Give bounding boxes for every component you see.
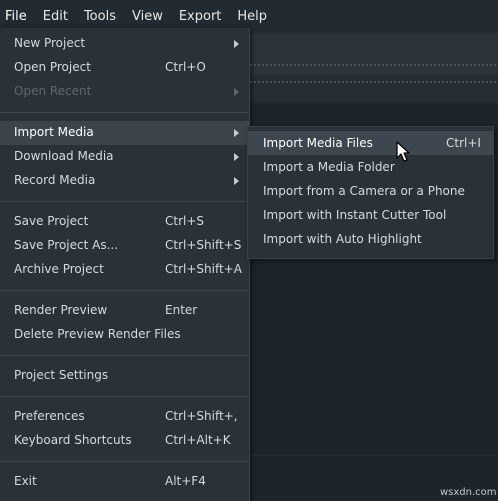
menu-item-label: Save Project As... [14,238,119,252]
menu-item-label: Keyboard Shortcuts [14,433,132,447]
menu-separator [0,112,249,113]
submenu-item-import-camera-phone[interactable]: Import from a Camera or a Phone [248,179,493,203]
menu-item-shortcut: Enter [165,303,198,317]
submenu-item-import-media-files[interactable]: Import Media Files Ctrl+I [248,131,493,155]
menu-item-import-media[interactable]: Import Media [0,121,249,145]
submenu-item-label: Import with Auto Highlight [263,232,422,246]
menu-item-label: Render Preview [14,303,108,317]
menu-separator [0,396,249,397]
menu-item-label: Delete Preview Render Files [14,327,181,341]
submenu-arrow-icon [234,177,239,185]
menu-item-exit[interactable]: Exit Alt+F4 [0,470,249,494]
menu-item-label: Preferences [14,409,85,423]
dotted-divider [250,64,498,66]
menu-separator [0,461,249,462]
submenu-arrow-icon [234,88,239,96]
submenu-item-import-media-folder[interactable]: Import a Media Folder [248,155,493,179]
submenu-item-import-instant-cutter[interactable]: Import with Instant Cutter Tool [248,203,493,227]
workspace-divider [250,455,498,456]
import-media-submenu: Import Media Files Ctrl+I Import a Media… [247,126,494,259]
menu-item-open-recent: Open Recent [0,80,249,104]
menu-item-save-project-as[interactable]: Save Project As... Ctrl+Shift+S [0,234,249,258]
menu-item-record-media[interactable]: Record Media [0,169,249,193]
menu-item-label: Archive Project [14,262,104,276]
menu-item-label: Open Project [14,60,91,74]
menu-item-save-project[interactable]: Save Project Ctrl+S [0,210,249,234]
menu-separator [0,201,249,202]
submenu-item-label: Import with Instant Cutter Tool [263,208,447,222]
menu-item-shortcut: Ctrl+Alt+K [165,433,231,447]
menu-separator [0,290,249,291]
watermark-text: wsxdn.com [440,487,497,498]
menu-item-new-project[interactable]: New Project [0,32,249,56]
dotted-divider [250,81,498,83]
menu-item-label: New Project [14,36,86,50]
mouse-cursor-icon [396,141,410,162]
menu-item-download-media[interactable]: Download Media [0,145,249,169]
submenu-item-import-auto-highlight[interactable]: Import with Auto Highlight [248,227,493,251]
menu-item-label: Save Project [14,214,89,228]
toolbar-area [250,33,498,75]
submenu-item-shortcut: Ctrl+I [446,136,481,150]
panel-header-area [250,75,498,103]
menu-item-delete-preview-render-files[interactable]: Delete Preview Render Files [0,323,249,347]
menu-item-render-preview[interactable]: Render Preview Enter [0,299,249,323]
menu-item-label: Import Media [14,125,94,139]
menu-item-label: Exit [14,474,37,488]
menu-item-label: Project Settings [14,368,109,382]
menu-item-keyboard-shortcuts[interactable]: Keyboard Shortcuts Ctrl+Alt+K [0,429,249,453]
menu-item-label: Open Recent [14,84,92,98]
submenu-arrow-icon [234,129,239,137]
menu-item-shortcut: Ctrl+S [165,214,205,228]
menu-separator [0,355,249,356]
submenu-arrow-icon [234,40,239,48]
menu-item-shortcut: Ctrl+Shift+, [165,409,238,423]
menu-item-preferences[interactable]: Preferences Ctrl+Shift+, [0,405,249,429]
submenu-item-label: Import a Media Folder [263,160,395,174]
menu-item-shortcut: Ctrl+O [165,60,206,74]
menu-item-label: Record Media [14,173,96,187]
menu-item-shortcut: Alt+F4 [165,474,206,488]
submenu-item-label: Import from a Camera or a Phone [263,184,465,198]
file-menu: New Project Open Project Ctrl+O Open Rec… [0,28,250,501]
menu-item-project-settings[interactable]: Project Settings [0,364,249,388]
menu-item-label: Download Media [14,149,114,163]
submenu-arrow-icon [234,153,239,161]
submenu-item-label: Import Media Files [263,136,373,150]
menu-item-archive-project[interactable]: Archive Project Ctrl+Shift+A [0,258,249,282]
menu-item-shortcut: Ctrl+Shift+A [165,262,242,276]
menu-item-shortcut: Ctrl+Shift+S [165,238,242,252]
menu-item-open-project[interactable]: Open Project Ctrl+O [0,56,249,80]
